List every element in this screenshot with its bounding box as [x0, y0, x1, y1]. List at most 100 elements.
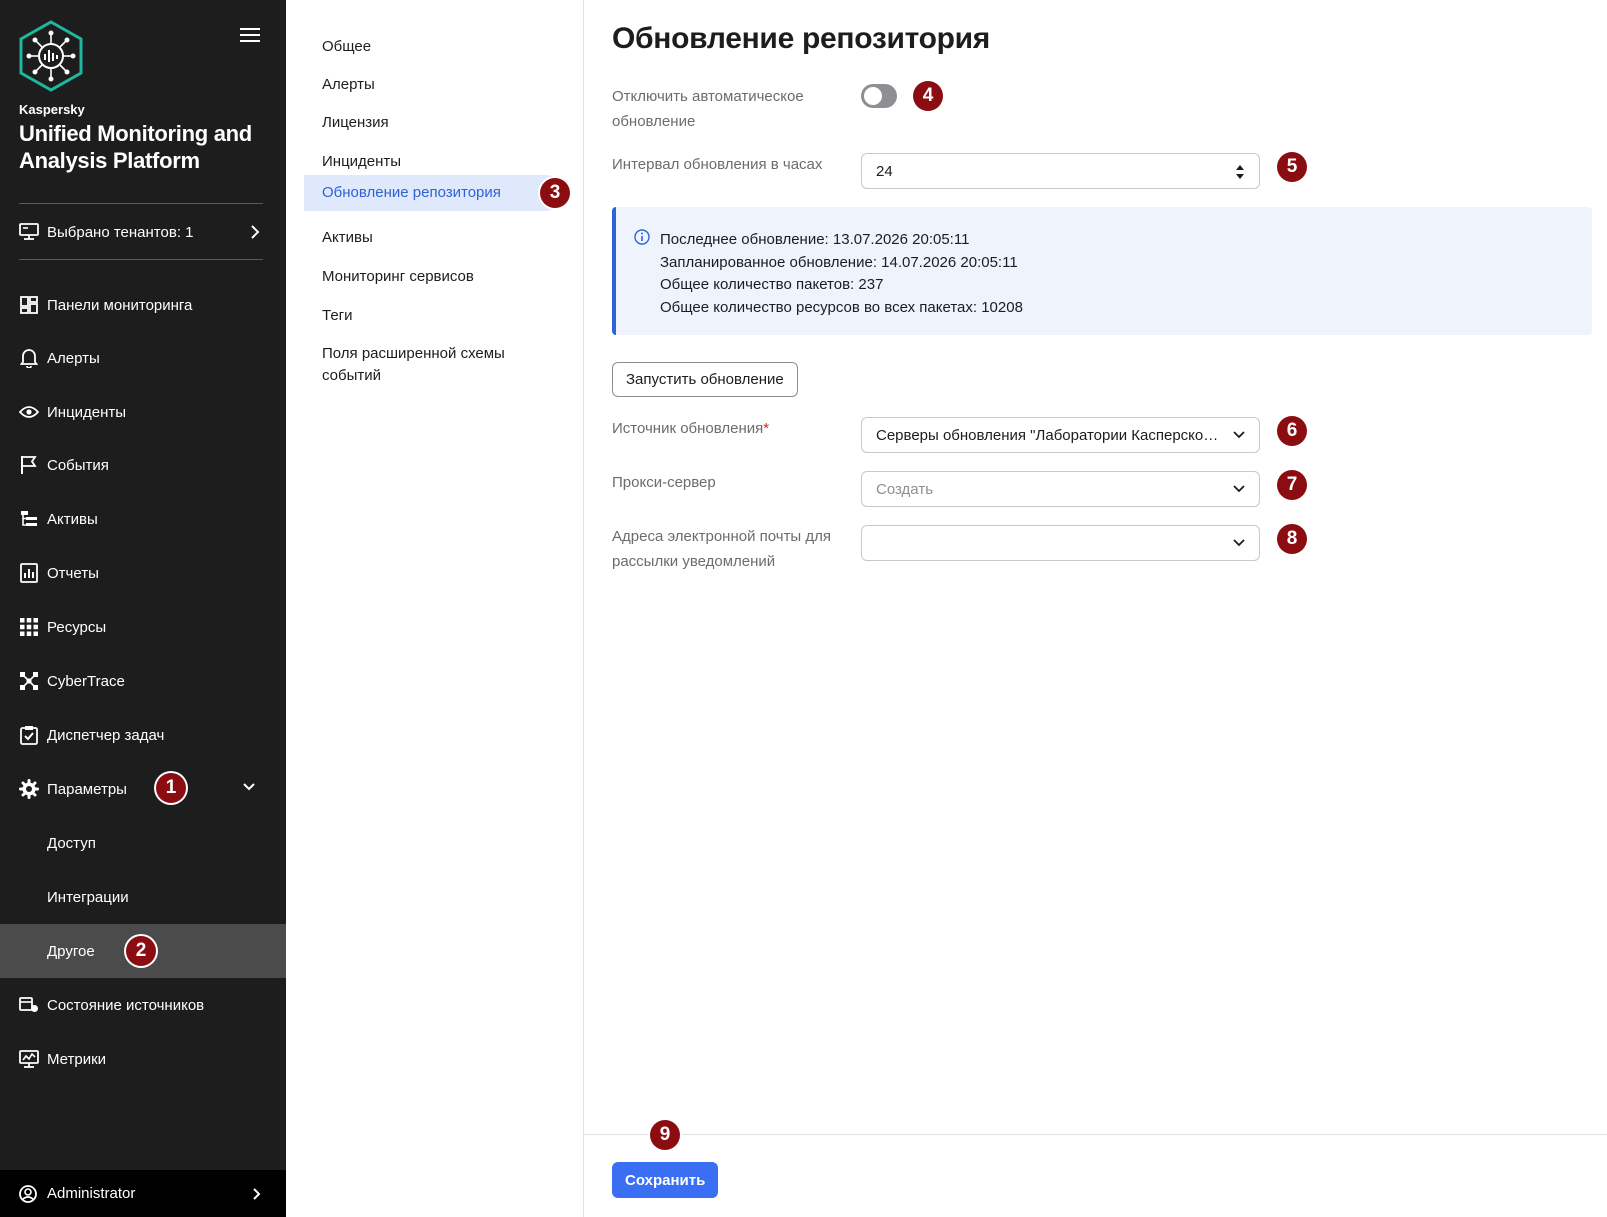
callout-7: 7	[1277, 470, 1307, 500]
nav-label: Интеграции	[47, 888, 129, 906]
update-source-select[interactable]: Серверы обновления "Лаборатории Касперск…	[861, 417, 1260, 453]
emails-label: Адреса электронной почты для рассылки ув…	[612, 528, 832, 570]
save-button[interactable]: Сохранить	[612, 1162, 719, 1198]
main-content: Обновление репозитория Отключить автомат…	[584, 0, 1607, 1217]
gear-icon	[19, 779, 39, 799]
nav-label: Отчеты	[47, 564, 99, 582]
nav-item-cybertrace[interactable]: CyberTrace	[0, 654, 286, 708]
sidebar-divider	[19, 259, 263, 260]
disable-auto-update-label: Отключить автоматическое обновление	[612, 88, 804, 130]
chevron-down-icon	[1233, 485, 1245, 493]
source-status-icon	[19, 995, 39, 1015]
proxy-label: Прокси-сервер	[612, 474, 716, 491]
interval-value: 24	[876, 162, 893, 180]
callout-2: 2	[126, 936, 156, 966]
nav-label: Активы	[47, 510, 98, 528]
submenu-item-repository-update[interactable]: Обновление репозитория	[304, 175, 564, 211]
brand-product: Unified Monitoring and Analysis Platform	[19, 121, 252, 173]
main-sidebar: Kaspersky Unified Monitoring and Analysi…	[0, 0, 286, 1217]
update-source-label-text: Источник обновления	[612, 420, 764, 437]
info-package-count: Общее количество пакетов: 237	[660, 276, 884, 293]
tenant-label: Выбрано тенантов: 1	[47, 223, 194, 241]
nav-label: Алерты	[47, 349, 100, 367]
emails-select[interactable]	[861, 525, 1260, 561]
chevron-right-icon	[251, 225, 260, 239]
nav-item-settings[interactable]: Параметры	[0, 762, 286, 816]
nav-label: События	[47, 456, 109, 474]
update-source-value: Серверы обновления "Лаборатории Касперск…	[876, 426, 1221, 444]
sidebar-divider	[19, 203, 263, 204]
callout-8: 8	[1277, 524, 1307, 554]
callout-9: 9	[650, 1120, 680, 1150]
nav-label: Состояние источников	[47, 996, 205, 1014]
nav-label: Метрики	[47, 1050, 107, 1068]
proxy-placeholder: Создать	[876, 480, 934, 498]
info-resource-count: Общее количество ресурсов во всех пакета…	[660, 298, 1023, 316]
submenu-item-general[interactable]: Общее	[304, 28, 564, 66]
nav-item-alerts[interactable]: Алерты	[0, 331, 286, 385]
nav-subitem-integrations[interactable]: Интеграции	[0, 870, 286, 924]
stepper-arrows-icon[interactable]	[1235, 164, 1245, 180]
nav-item-events[interactable]: События	[0, 438, 286, 492]
tenant-icon	[19, 223, 39, 240]
nav-item-resources[interactable]: Ресурсы	[0, 600, 286, 654]
nav-label: Доступ	[47, 834, 96, 852]
nav-label: Параметры	[47, 780, 127, 798]
update-source-label: Источник обновления*	[612, 416, 769, 441]
nav-item-reports[interactable]: Отчеты	[0, 546, 286, 600]
chevron-down-icon	[1233, 431, 1245, 439]
submenu-item-license[interactable]: Лицензия	[304, 104, 564, 142]
run-update-button[interactable]: Запустить обновление	[612, 362, 798, 397]
kuma-logo-icon	[19, 20, 83, 92]
interval-label: Интервал обновления в часах	[612, 156, 823, 173]
info-icon	[634, 229, 650, 245]
callout-3: 3	[540, 178, 570, 208]
disable-auto-update-toggle[interactable]	[861, 84, 897, 108]
user-menu[interactable]: Administrator	[0, 1170, 286, 1217]
user-icon	[19, 1185, 37, 1203]
nav-label: Диспетчер задач	[47, 726, 165, 744]
required-mark: *	[763, 420, 770, 437]
user-name: Administrator	[47, 1185, 136, 1202]
callout-1: 1	[156, 773, 186, 803]
brand-company: Kaspersky	[19, 102, 85, 117]
update-info-box: Последнее обновление: 13.07.2026 20:05:1…	[612, 207, 1592, 335]
nav-item-dashboards[interactable]: Панели мониторинга	[0, 278, 286, 332]
flag-icon	[19, 455, 39, 475]
report-icon	[19, 563, 39, 583]
submenu-item-service-monitoring[interactable]: Мониторинг сервисов	[304, 258, 564, 296]
submenu-item-tags[interactable]: Теги	[304, 297, 564, 335]
nav-label: CyberTrace	[47, 672, 125, 690]
nav-item-incidents[interactable]: Инциденты	[0, 385, 286, 439]
asset-tree-icon	[19, 509, 39, 529]
submenu-item-extended-schema[interactable]: Поля расширенной схемы событий	[304, 335, 544, 395]
nav-label: Инциденты	[47, 403, 127, 421]
page-title: Обновление репозитория	[612, 22, 990, 55]
chevron-down-icon	[243, 783, 255, 791]
submenu-item-alerts[interactable]: Алерты	[304, 66, 564, 104]
nav-item-metrics[interactable]: Метрики	[0, 1032, 286, 1086]
bell-icon	[19, 348, 39, 368]
footer-divider	[584, 1134, 1607, 1135]
update-info-lines: Последнее обновление: 13.07.2026 20:05:1…	[660, 229, 1023, 319]
cybertrace-icon	[19, 671, 39, 691]
grid-icon	[19, 617, 39, 637]
clipboard-check-icon	[19, 725, 39, 745]
info-scheduled-update: Запланированное обновление: 14.07.2026 2…	[660, 253, 1018, 271]
nav-item-source-status[interactable]: Состояние источников	[0, 978, 286, 1032]
tenant-selector[interactable]: Выбрано тенантов: 1	[0, 214, 286, 250]
menu-collapse-icon[interactable]	[240, 28, 260, 44]
eye-icon	[19, 402, 39, 422]
nav-label: Панели мониторинга	[47, 296, 193, 314]
chevron-right-icon	[253, 1188, 261, 1200]
submenu-item-assets[interactable]: Активы	[304, 219, 564, 257]
chevron-down-icon	[1233, 539, 1245, 547]
nav-item-assets[interactable]: Активы	[0, 492, 286, 546]
nav-item-task-manager[interactable]: Диспетчер задач	[0, 708, 286, 762]
settings-submenu: Общее Алерты Лицензия Инциденты Обновлен…	[286, 0, 584, 1217]
nav-subitem-access[interactable]: Доступ	[0, 816, 286, 870]
dashboard-icon	[19, 295, 39, 315]
callout-5: 5	[1277, 152, 1307, 182]
proxy-select[interactable]: Создать	[861, 471, 1260, 507]
interval-input[interactable]: 24	[861, 153, 1260, 189]
